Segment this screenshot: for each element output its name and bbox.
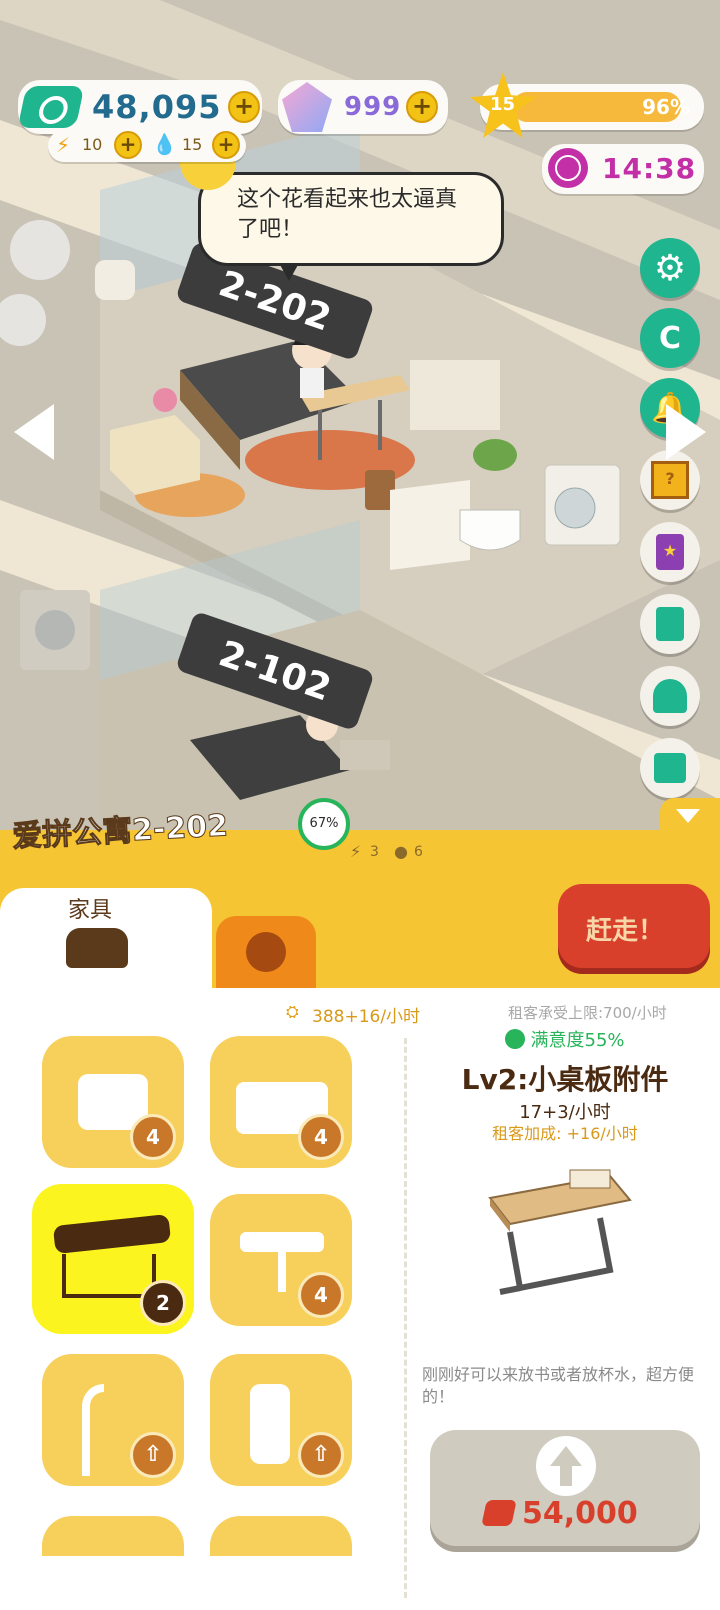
detail-description: 刚刚好可以来放书或者放杯水，超方便的！ xyxy=(422,1365,695,1406)
furniture-tile-table-chair[interactable]: 4 xyxy=(210,1194,352,1326)
tab-tenant[interactable] xyxy=(216,916,316,988)
upgrade-arrow-icon: ⇧ xyxy=(298,1432,344,1478)
furniture-panel: ⛭ 388+16/小时 租客承受上限:700/小时 4 4 2 4 ⇧ ⇧ 满意… xyxy=(0,988,720,1610)
tab-furniture-label: 家具 xyxy=(68,898,113,923)
side-table-icon xyxy=(52,1214,172,1254)
gift-icon xyxy=(654,753,686,783)
game-clock: 14:38 xyxy=(542,144,704,194)
level-number: 15 xyxy=(490,94,516,115)
furniture-tile-side-table-selected[interactable]: 2 xyxy=(32,1184,194,1334)
sofa-icon xyxy=(66,928,128,968)
income-icon: ⛭ xyxy=(286,1002,299,1021)
add-cash-button[interactable]: + xyxy=(228,91,260,123)
energy-cost-icon: ⚡ xyxy=(350,842,362,861)
gift-button[interactable] xyxy=(640,738,700,798)
furniture-tile-cabinet[interactable]: 4 xyxy=(210,1036,352,1168)
energy-value: 10 xyxy=(82,135,103,154)
tile-level-badge: 4 xyxy=(130,1114,176,1160)
shower-icon xyxy=(82,1384,104,1476)
furniture-tile-partial[interactable] xyxy=(42,1516,184,1556)
coin-icon: C xyxy=(658,320,682,356)
collection-book-button[interactable]: ★ xyxy=(640,522,700,582)
satisfaction-ring-value: 67% xyxy=(309,816,339,831)
detail-bonus: 租客加成: +16/小时 xyxy=(492,1124,638,1143)
speech-bubble: 这个花看起来也太逼真了吧！ xyxy=(198,172,504,281)
resource-bar: ⚡ 10 + 💧 15 + xyxy=(48,130,246,162)
next-room-arrow[interactable] xyxy=(666,404,706,460)
tile-level-badge: 2 xyxy=(140,1280,186,1326)
previous-room-arrow[interactable] xyxy=(14,404,54,460)
water-cost: 6 xyxy=(414,844,423,860)
cash-icon xyxy=(17,86,85,128)
notes-button[interactable] xyxy=(640,594,700,654)
furniture-tile-toilet[interactable]: ⇧ xyxy=(210,1354,352,1486)
add-gems-button[interactable]: + xyxy=(406,91,438,123)
upgrade-button[interactable]: 54,000 xyxy=(430,1430,700,1546)
level-percent: 96% xyxy=(642,95,690,119)
ghost-icon xyxy=(653,679,687,713)
toilet-icon xyxy=(250,1384,290,1464)
settings-button[interactable]: ⚙ xyxy=(640,238,700,298)
side-table-preview-image xyxy=(488,1169,632,1295)
detail-title: Lv2:小桌板附件 xyxy=(461,1063,669,1096)
upgrade-arrow-icon xyxy=(536,1436,596,1496)
gem-value: 999 xyxy=(344,92,402,122)
furniture-tile-shower[interactable]: ⇧ xyxy=(42,1354,184,1486)
notes-icon xyxy=(656,607,684,641)
furniture-tile-bed[interactable]: 4 xyxy=(42,1036,184,1168)
satisfaction-face-icon xyxy=(505,1029,526,1049)
add-water-button[interactable]: + xyxy=(212,131,240,159)
panel-divider xyxy=(404,1038,407,1598)
cash-value: 48,095 xyxy=(92,88,222,126)
upgrade-arrow-icon: ⇧ xyxy=(130,1432,176,1478)
ghost-button[interactable] xyxy=(640,666,700,726)
energy-cost: 3 xyxy=(370,844,379,860)
furniture-tile-partial[interactable] xyxy=(210,1516,352,1556)
energy-icon: ⚡ xyxy=(56,133,71,157)
water-cost-icon: ● xyxy=(394,842,408,861)
tile-level-badge: 4 xyxy=(298,1272,344,1318)
mystery-box-icon: ? xyxy=(651,461,689,499)
cash-counter: 48,095 + xyxy=(17,80,262,134)
gear-icon: ⚙ xyxy=(653,247,687,289)
coin-map-button[interactable]: C xyxy=(640,308,700,368)
evict-label: 赶走！ xyxy=(586,916,665,946)
table-chair-icon xyxy=(240,1232,324,1252)
tenant-face-icon xyxy=(246,932,286,972)
gem-counter: 999 + xyxy=(278,80,448,134)
tile-level-badge: 4 xyxy=(298,1114,344,1160)
book-icon: ★ xyxy=(656,534,684,570)
upgrade-cash-icon xyxy=(481,1500,517,1526)
clock-time: 14:38 xyxy=(602,152,697,185)
income-rate: 388+16/小时 xyxy=(312,1007,421,1027)
upgrade-cost: 54,000 xyxy=(522,1496,638,1531)
detail-satisfaction: 满意度55% xyxy=(410,1026,720,1056)
add-energy-button[interactable]: + xyxy=(114,131,142,159)
gem-icon xyxy=(282,82,332,132)
income-limit: 租客承受上限:700/小时 xyxy=(508,1004,667,1022)
collapse-panel-button[interactable] xyxy=(660,798,720,834)
water-value: 15 xyxy=(182,135,203,154)
evict-button[interactable]: 赶走！ xyxy=(538,884,710,974)
tab-furniture[interactable]: 家具 xyxy=(0,888,212,988)
game-scene[interactable]: 2-202 2-102 这个花看起来也太逼真了吧！ 48,095 + ⚡ 10 … xyxy=(0,0,720,830)
speech-text: 这个花看起来也太逼真了吧！ xyxy=(237,187,458,242)
water-drop-icon: 💧 xyxy=(152,132,177,156)
detail-satisfaction-text: 满意度55% xyxy=(530,1030,625,1051)
satisfaction-ring: 67% xyxy=(298,798,350,850)
clock-icon xyxy=(548,148,588,188)
tab-bar: 家具 赶走！ xyxy=(0,870,720,988)
chevron-down-icon xyxy=(676,809,700,823)
